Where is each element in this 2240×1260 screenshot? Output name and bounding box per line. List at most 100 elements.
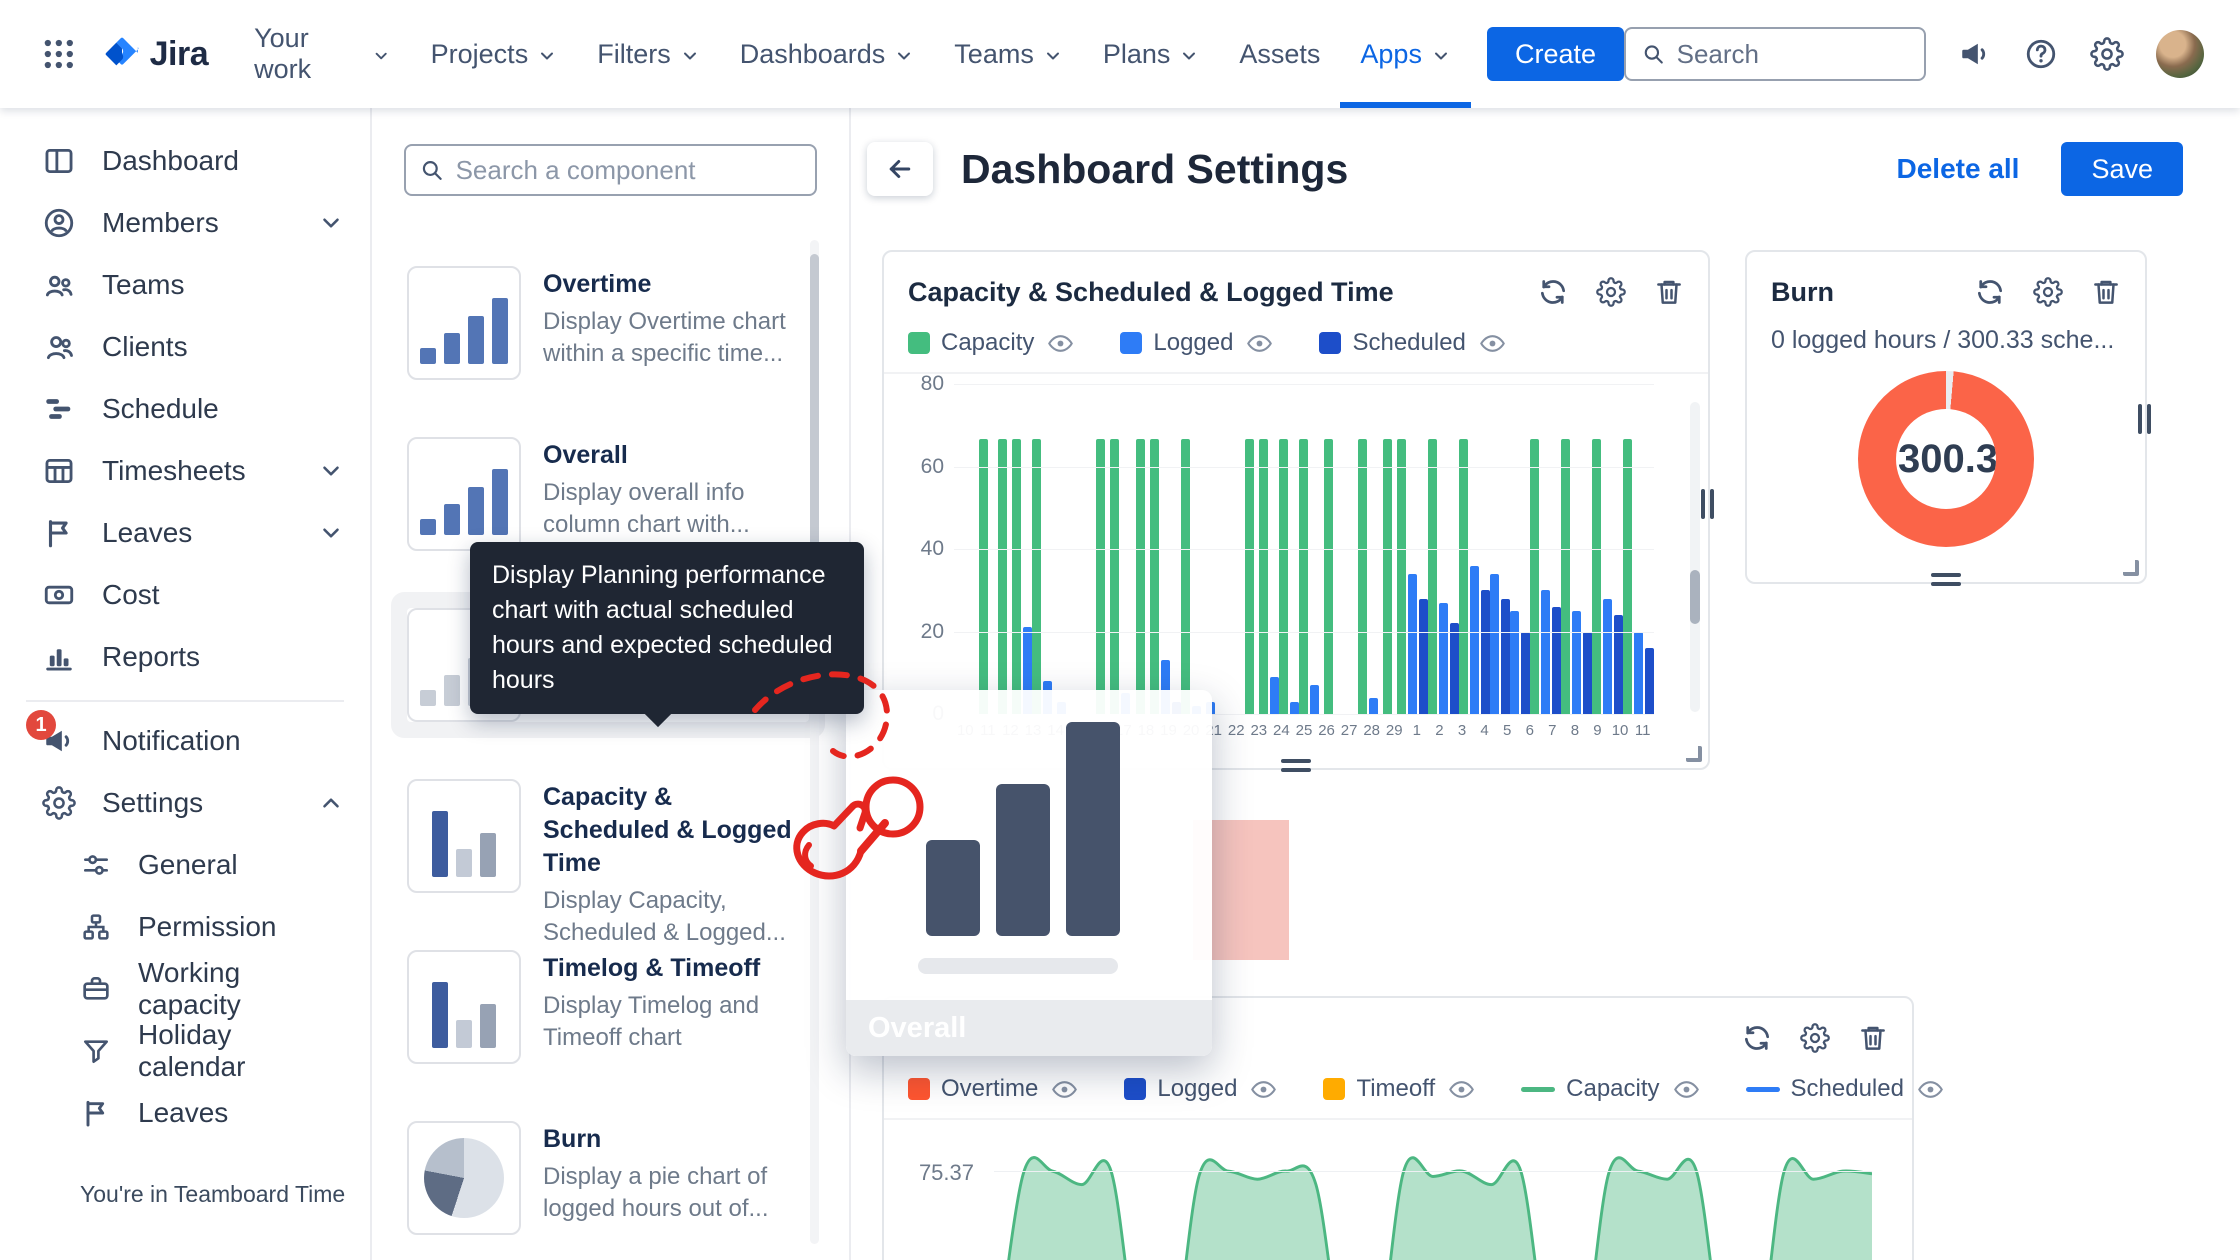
sidebar-item-leaves[interactable]: Leaves: [0, 1082, 370, 1144]
resize-handle-corner[interactable]: [1686, 746, 1702, 762]
delete-all-button[interactable]: Delete all: [1897, 153, 2020, 185]
eye-icon[interactable]: [1047, 330, 1074, 357]
bar-capacity: [1150, 439, 1159, 714]
sidebar-item-label: Permission: [138, 911, 276, 943]
bar-capacity: [1623, 439, 1632, 714]
eye-icon[interactable]: [1448, 1076, 1475, 1103]
eye-icon[interactable]: [1673, 1076, 1700, 1103]
gear-icon[interactable]: [1596, 277, 1626, 307]
refresh-icon[interactable]: [1975, 277, 2005, 307]
x-axis-label: 22: [1225, 722, 1248, 739]
sidebar-item-clients[interactable]: Clients: [0, 316, 370, 378]
chevron-down-icon[interactable]: [318, 210, 344, 236]
trash-icon[interactable]: [1654, 277, 1684, 307]
sliders-icon: [80, 849, 112, 881]
widget-scrollbar[interactable]: [1690, 402, 1700, 712]
eye-icon[interactable]: [1051, 1076, 1078, 1103]
sidebar-item-timesheets[interactable]: Timesheets: [0, 440, 370, 502]
bar-logged: [1510, 611, 1519, 714]
sidebar-item-notification[interactable]: 1 Notification: [0, 710, 370, 772]
sidebar-item-general[interactable]: General: [0, 834, 370, 896]
widget-scrollbar-thumb[interactable]: [1690, 570, 1700, 624]
sidebar-item-reports[interactable]: Reports: [0, 626, 370, 688]
gear-icon[interactable]: [1800, 1023, 1830, 1053]
jira-logo[interactable]: Jira: [102, 34, 209, 74]
settings-icon[interactable]: [2090, 37, 2124, 71]
nav-item-plans[interactable]: Plans: [1083, 0, 1220, 108]
refresh-icon[interactable]: [1742, 1023, 1772, 1053]
nav-item-filters[interactable]: Filters: [577, 0, 720, 108]
chevron-down-icon[interactable]: [318, 458, 344, 484]
global-search[interactable]: [1624, 27, 1926, 81]
user-avatar[interactable]: [2156, 30, 2204, 78]
trash-icon[interactable]: [1858, 1023, 1888, 1053]
eye-icon[interactable]: [1250, 1076, 1277, 1103]
component-thumbnail: [407, 1121, 521, 1235]
create-button[interactable]: Create: [1487, 27, 1624, 81]
refresh-icon[interactable]: [1538, 277, 1568, 307]
trash-icon[interactable]: [2091, 277, 2121, 307]
nav-item-assets[interactable]: Assets: [1219, 0, 1340, 108]
sidebar: Dashboard Members TeamsClientsScheduleTime…: [0, 108, 372, 1260]
resize-handle-right[interactable]: [1701, 489, 1714, 519]
app-switcher-icon[interactable]: [40, 35, 78, 73]
sidebar-item-permission[interactable]: Permission: [0, 896, 370, 958]
sidebar-item-label: Members: [102, 207, 219, 239]
y-axis-label: 40: [921, 537, 944, 561]
eye-icon[interactable]: [1917, 1076, 1944, 1103]
help-icon[interactable]: [2024, 37, 2058, 71]
bar-logged: [1603, 599, 1612, 715]
component-search-input[interactable]: [456, 155, 801, 186]
sidebar-item-cost[interactable]: Cost: [0, 564, 370, 626]
eye-icon[interactable]: [1479, 330, 1506, 357]
eye-icon[interactable]: [1246, 330, 1273, 357]
resize-handle-bottom[interactable]: [1281, 759, 1311, 772]
sidebar-item-holiday-calendar[interactable]: Holiday calendar: [0, 1020, 370, 1082]
save-button[interactable]: Save: [2061, 142, 2183, 196]
sidebar-item-dashboard[interactable]: Dashboard: [0, 130, 370, 192]
resize-handle-right[interactable]: [2138, 404, 2151, 434]
sidebar-item-leaves[interactable]: Leaves: [0, 502, 370, 564]
back-arrow-icon: [885, 154, 915, 184]
component-card-overtime[interactable]: OvertimeDisplay Overtime chart within a …: [407, 266, 809, 380]
resize-handle-bottom[interactable]: [1931, 573, 1961, 586]
component-card-overall[interactable]: OverallDisplay overall info column chart…: [407, 437, 809, 551]
component-card-burn[interactable]: BurnDisplay a pie chart of logged hours …: [407, 1121, 809, 1235]
nav-item-teams[interactable]: Teams: [934, 0, 1083, 108]
gear-icon[interactable]: [2033, 277, 2063, 307]
sidebar-item-schedule[interactable]: Schedule: [0, 378, 370, 440]
chevron-down-icon[interactable]: [318, 520, 344, 546]
announcements-icon[interactable]: [1958, 37, 1992, 71]
component-title: Overall: [543, 439, 797, 472]
nav-item-your-work[interactable]: Your work: [234, 0, 411, 108]
x-axis-label: 4: [1473, 722, 1496, 739]
nav-item-label: Projects: [431, 39, 529, 70]
x-axis-label: 24: [1270, 722, 1293, 739]
widget-actions: [1742, 1023, 1888, 1053]
gridline: [954, 384, 1654, 385]
bar-logged: [1408, 574, 1417, 714]
nav-item-dashboards[interactable]: Dashboards: [720, 0, 935, 108]
resize-handle-corner[interactable]: [2123, 560, 2139, 576]
component-search[interactable]: [404, 144, 817, 196]
sidebar-item-working-capacity[interactable]: Working capacity: [0, 958, 370, 1020]
flag-icon: [42, 516, 76, 550]
nav-item-projects[interactable]: Projects: [411, 0, 578, 108]
component-card-timelog-timeoff[interactable]: Timelog & TimeoffDisplay Timelog and Tim…: [407, 950, 809, 1064]
sidebar-item-members[interactable]: Members: [0, 192, 370, 254]
area-series: [994, 1144, 1872, 1260]
sidebar-item-teams[interactable]: Teams: [0, 254, 370, 316]
bar-capacity: [1012, 439, 1021, 714]
bar-capacity: [1259, 439, 1268, 714]
nav-item-apps[interactable]: Apps: [1340, 0, 1471, 108]
global-search-input[interactable]: [1677, 39, 1908, 70]
component-card-capacity-scheduled-logged-time[interactable]: Capacity & Scheduled & Logged TimeDispla…: [407, 779, 809, 893]
drag-preview-card[interactable]: Overall: [846, 690, 1212, 1056]
legend-swatch: [908, 332, 930, 354]
widget-actions: [1538, 277, 1684, 307]
back-button[interactable]: [867, 142, 933, 196]
sidebar-item-settings[interactable]: Settings: [0, 772, 370, 834]
chevron-up-icon[interactable]: [318, 790, 344, 816]
panel-scrollbar[interactable]: [810, 240, 819, 1244]
sidebar-item-label: Notification: [102, 725, 241, 757]
